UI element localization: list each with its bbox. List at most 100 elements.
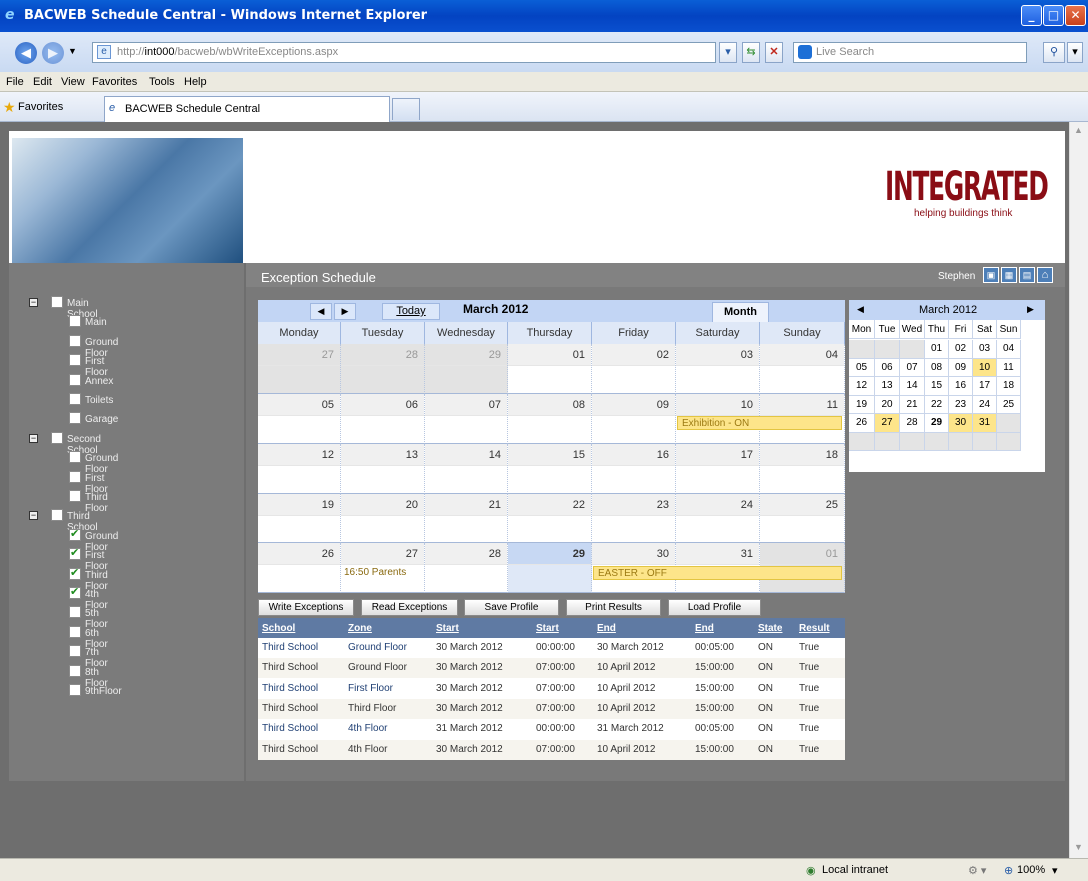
mini-day-cell[interactable]: 27: [875, 414, 900, 433]
load-profile-button[interactable]: Load Profile: [668, 599, 761, 616]
search-icon[interactable]: ⚲: [1043, 42, 1065, 63]
browser-tab[interactable]: e BACWEB Schedule Central: [104, 96, 390, 122]
mini-day-cell[interactable]: 23: [949, 395, 973, 414]
stop-icon[interactable]: ✕: [765, 42, 783, 63]
mini-day-cell[interactable]: 18: [997, 377, 1021, 396]
mini-day-cell[interactable]: [973, 432, 997, 451]
mini-day-cell[interactable]: 03: [973, 340, 997, 359]
mini-day-cell[interactable]: 21: [900, 395, 925, 414]
mini-day-cell[interactable]: 06: [875, 358, 900, 377]
mini-day-cell[interactable]: 30: [949, 414, 973, 433]
mini-day-cell[interactable]: 05: [849, 358, 875, 377]
zone-checkbox[interactable]: [69, 566, 81, 580]
zone-checkbox[interactable]: [69, 645, 81, 658]
menu-help[interactable]: Help: [184, 76, 207, 88]
calendar-day-cell[interactable]: 26: [258, 543, 341, 593]
calendar-day-cell[interactable]: 02: [592, 344, 676, 394]
calendar-day-cell[interactable]: 03: [676, 344, 760, 394]
exhibition-event[interactable]: Exhibition - ON: [677, 416, 842, 430]
zoom-dropdown-icon[interactable]: ▾: [1052, 864, 1058, 877]
mini-day-cell[interactable]: 22: [925, 395, 949, 414]
search-input[interactable]: Live Search: [793, 42, 1027, 63]
mini-day-cell[interactable]: 12: [849, 377, 875, 396]
print-results-button[interactable]: Print Results: [566, 599, 661, 616]
mini-day-cell[interactable]: [875, 432, 900, 451]
mini-day-cell[interactable]: 15: [925, 377, 949, 396]
collapse-icon[interactable]: −: [29, 298, 38, 307]
calendar-day-cell[interactable]: 17: [676, 444, 760, 494]
search-options-icon[interactable]: ▾: [1067, 42, 1083, 63]
mini-day-cell[interactable]: [925, 432, 949, 451]
mini-day-cell[interactable]: [900, 340, 925, 359]
url-dropdown-icon[interactable]: ▾: [719, 42, 737, 63]
zone-checkbox[interactable]: [51, 296, 63, 308]
calendar-icon[interactable]: ▦: [1001, 267, 1017, 283]
calendar-day-cell[interactable]: 20: [341, 494, 425, 543]
mini-day-cell[interactable]: 04: [997, 340, 1021, 359]
calendar-day-cell[interactable]: 23: [592, 494, 676, 543]
zone-checkbox[interactable]: [69, 412, 81, 425]
calendar-day-cell[interactable]: 29: [508, 543, 592, 593]
column-header[interactable]: End: [597, 623, 616, 634]
zone-checkbox[interactable]: [69, 334, 81, 347]
close-button[interactable]: ✕: [1065, 5, 1086, 26]
zone-label[interactable]: Toilets: [85, 395, 113, 406]
mini-day-cell[interactable]: 29: [925, 414, 949, 433]
url-field[interactable]: e http://int000/bacweb/wbWriteExceptions…: [92, 42, 716, 63]
mini-day-cell[interactable]: 13: [875, 377, 900, 396]
column-header[interactable]: State: [758, 623, 782, 634]
mini-day-cell[interactable]: [997, 432, 1021, 451]
calendar-day-cell[interactable]: 28: [341, 344, 425, 394]
easter-event[interactable]: EASTER - OFF: [593, 566, 842, 580]
zone-checkbox[interactable]: [69, 393, 81, 405]
calendar-day-cell[interactable]: 08: [508, 394, 592, 444]
mini-day-cell[interactable]: [875, 340, 900, 359]
calendar-day-cell[interactable]: 21: [425, 494, 508, 543]
mini-day-cell[interactable]: 14: [900, 377, 925, 396]
column-header[interactable]: End: [695, 623, 714, 634]
write-exceptions-button[interactable]: Write Exceptions: [258, 599, 354, 616]
calendar-day-cell[interactable]: 19: [258, 494, 341, 543]
calendar-day-cell[interactable]: 28: [425, 543, 508, 593]
zone-label[interactable]: Annex: [85, 376, 113, 387]
zone-label[interactable]: Garage: [85, 414, 118, 425]
mini-day-cell[interactable]: [849, 340, 875, 359]
menu-tools[interactable]: Tools: [149, 76, 175, 88]
calendar-day-cell[interactable]: 13: [341, 444, 425, 494]
mini-day-cell[interactable]: 25: [997, 395, 1021, 414]
calendar-day-cell[interactable]: 12: [258, 444, 341, 494]
zone-checkbox[interactable]: [51, 431, 63, 444]
zone-checkbox[interactable]: [69, 490, 81, 502]
zone-label[interactable]: Main: [85, 317, 107, 328]
save-profile-button[interactable]: Save Profile: [464, 599, 559, 616]
mini-day-cell[interactable]: 01: [925, 340, 949, 359]
refresh-icon[interactable]: ⇆: [742, 42, 760, 63]
calendar-day-cell[interactable]: 07: [425, 394, 508, 444]
mini-day-cell[interactable]: 19: [849, 395, 875, 414]
calendar-day-cell[interactable]: 16: [592, 444, 676, 494]
tab-month[interactable]: Month: [712, 302, 769, 322]
mini-day-cell[interactable]: 11: [997, 358, 1021, 377]
calendar-day-cell[interactable]: 04: [760, 344, 845, 394]
calendar-day-cell[interactable]: 22: [508, 494, 592, 543]
mini-day-cell[interactable]: [900, 432, 925, 451]
parents-event[interactable]: 16:50 Parents: [344, 567, 406, 578]
column-header[interactable]: School: [262, 623, 295, 634]
favorites-button[interactable]: Favorites: [18, 101, 63, 113]
menu-edit[interactable]: Edit: [33, 76, 52, 88]
maximize-button[interactable]: □: [1043, 5, 1064, 26]
scroll-up-icon[interactable]: ▲: [1074, 125, 1083, 135]
zone-checkbox[interactable]: [69, 527, 81, 541]
calendar-day-cell[interactable]: 15: [508, 444, 592, 494]
new-tab-button[interactable]: [392, 98, 420, 120]
read-exceptions-button[interactable]: Read Exceptions: [361, 599, 458, 616]
mini-day-cell[interactable]: 26: [849, 414, 875, 433]
mini-day-cell[interactable]: 09: [949, 358, 973, 377]
mini-day-cell[interactable]: 31: [973, 414, 997, 433]
column-header[interactable]: Zone: [348, 623, 372, 634]
calendar-day-cell[interactable]: 27: [258, 344, 341, 394]
zone-checkbox[interactable]: [51, 509, 63, 522]
mini-day-cell[interactable]: 07: [900, 358, 925, 377]
calendar-day-cell[interactable]: 06: [341, 394, 425, 444]
calendar-day-cell[interactable]: 24: [676, 494, 760, 543]
